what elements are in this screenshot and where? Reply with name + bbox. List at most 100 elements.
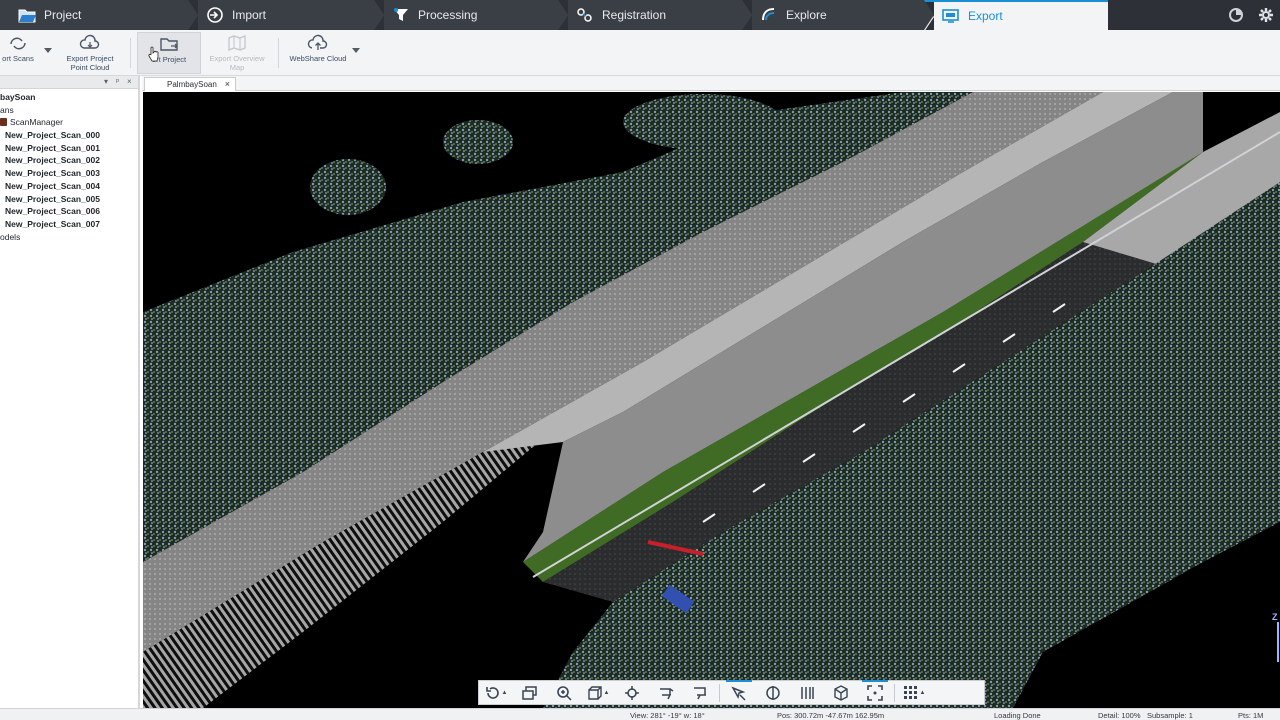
tab-project-label: Project <box>44 8 82 22</box>
status-detail: Detail: 100% <box>1098 711 1141 720</box>
axis-indicator: Z <box>1268 610 1280 666</box>
status-loading: Loading Done <box>994 711 1041 720</box>
tab-import[interactable]: Import <box>188 0 384 30</box>
layers-icon <box>522 685 537 700</box>
tab-processing-label: Processing <box>418 8 478 22</box>
export-project-button[interactable]: ort Project <box>137 32 201 74</box>
more-tools-button[interactable]: ▲ <box>897 681 931 705</box>
split-view-button[interactable] <box>756 681 790 705</box>
webshare-cloud-button[interactable]: WebShare Cloud <box>286 32 350 74</box>
status-points: Pts: 1M <box>1238 711 1264 720</box>
map-icon <box>228 35 246 51</box>
clip-icon <box>660 687 674 699</box>
fit-icon <box>867 684 883 701</box>
doc-tab-label: PalmbaySoan <box>167 80 217 89</box>
fit-view-button[interactable] <box>858 679 892 705</box>
top-view-button[interactable] <box>513 681 547 705</box>
slice-button[interactable] <box>790 681 824 705</box>
pie-status-icon[interactable] <box>1228 7 1244 23</box>
tree-cluster <box>310 159 386 215</box>
folder-icon <box>18 6 36 24</box>
status-view: View: 281° -19° w: 18° <box>630 711 705 720</box>
status-bar: View: 281° -19° w: 18° Pos: 300.72m -47.… <box>0 708 1280 720</box>
tab-export[interactable]: Export <box>924 0 1108 32</box>
tree-item-scan-005[interactable]: New_Project_Scan_005 <box>0 193 138 206</box>
zoom-button[interactable] <box>547 681 581 705</box>
tree-item-scanmanager[interactable]: ScanManager <box>0 116 138 129</box>
structure-panel: ▾ ᵖ × baySoan ans ScanManager New_Projec… <box>0 76 140 708</box>
project-tree: baySoan ans ScanManager New_Project_Scan… <box>0 89 138 243</box>
window-controls <box>1228 0 1280 30</box>
export-overview-map-button[interactable]: Export Overview Map <box>205 32 269 74</box>
tree-item-scan-003[interactable]: New_Project_Scan_003 <box>0 167 138 180</box>
point-cloud-render <box>143 92 1280 708</box>
export-overview-label-2: Map <box>229 63 245 72</box>
export-project-point-cloud-button[interactable]: Export Project Point Cloud <box>60 32 120 74</box>
tree-item-scan-004[interactable]: New_Project_Scan_004 <box>0 180 138 193</box>
workflow-tab-bar: Project Import Processing Registration E… <box>0 0 1280 32</box>
doc-tab-close-icon[interactable]: × <box>225 79 230 89</box>
import-icon <box>206 6 224 24</box>
clip-alt-icon <box>694 686 706 699</box>
selection-button[interactable] <box>722 679 756 705</box>
tree-item-models[interactable]: odels <box>0 231 138 244</box>
tree-cluster <box>443 120 513 164</box>
tree-item-scan-002[interactable]: New_Project_Scan_002 <box>0 154 138 167</box>
explore-icon <box>760 6 778 24</box>
project-export-icon <box>160 38 178 51</box>
tree-item-project[interactable]: baySoan <box>0 91 138 104</box>
document-tab-strip: PalmbaySoan × <box>142 76 1280 91</box>
slice-icon <box>801 686 814 699</box>
3d-object-button[interactable] <box>824 681 858 705</box>
grid-icon <box>903 685 917 699</box>
view-toolbar: ▲ ▲ ▲ <box>478 679 985 705</box>
tab-import-label: Import <box>232 8 267 22</box>
export-point-cloud-label-2: Point Cloud <box>70 63 110 72</box>
export-point-cloud-label-1: Export Project <box>66 54 114 63</box>
clipping-button[interactable] <box>649 681 683 705</box>
export-scans-dropdown[interactable] <box>44 48 52 53</box>
status-position: Pos: 300.72m -47.67m 162.95m <box>777 711 885 720</box>
tree-item-scan-007[interactable]: New_Project_Scan_007 <box>0 218 138 231</box>
center-button[interactable] <box>615 681 649 705</box>
hand-cursor-icon <box>148 46 159 62</box>
rotate-icon <box>485 686 499 699</box>
tree-item-scans[interactable]: ans <box>0 104 138 117</box>
panel-pin-icon[interactable]: ᵖ <box>116 77 119 86</box>
tab-registration-label: Registration <box>602 8 667 22</box>
box-view-button[interactable]: ▲ <box>581 681 615 705</box>
cube-outline-icon <box>587 685 602 700</box>
scan-export-icon <box>10 37 26 50</box>
tab-explore[interactable]: Explore <box>742 0 934 30</box>
zoom-icon <box>557 685 572 701</box>
split-circle-icon <box>766 685 780 700</box>
rotate-mode-button[interactable]: ▲ <box>479 681 513 705</box>
cloud-upload-icon <box>307 34 328 50</box>
funnel-icon <box>392 6 410 24</box>
export-overview-label-1: Export Overview <box>209 54 265 63</box>
cloud-export-icon <box>79 34 100 49</box>
tree-item-scan-001[interactable]: New_Project_Scan_001 <box>0 142 138 155</box>
doc-tab-palmbay[interactable]: PalmbaySoan × <box>144 77 236 91</box>
tab-processing[interactable]: Processing <box>374 0 568 30</box>
clipping-alt-button[interactable] <box>683 681 717 705</box>
export-scans-button[interactable]: ort Scans <box>0 32 36 74</box>
scanmanager-icon <box>0 118 7 127</box>
panel-menu-icon[interactable]: ▾ <box>104 77 108 86</box>
panel-close-icon[interactable]: × <box>127 77 132 86</box>
status-subsample: Subsample: 1 <box>1147 711 1193 720</box>
select-icon <box>731 686 746 701</box>
tree-item-scan-000[interactable]: New_Project_Scan_000 <box>0 129 138 142</box>
webshare-label: WebShare Cloud <box>289 54 347 63</box>
monitor-export-icon <box>942 7 960 25</box>
tab-registration[interactable]: Registration <box>558 0 752 30</box>
scanmanager-label: ScanManager <box>10 117 63 128</box>
3d-viewport[interactable] <box>143 92 1280 708</box>
panel-header: ▾ ᵖ × <box>0 76 138 89</box>
tree-item-scan-006[interactable]: New_Project_Scan_006 <box>0 205 138 218</box>
export-ribbon: ort Scans Export Project Point Cloud ort… <box>0 30 1280 76</box>
gear-icon[interactable] <box>1258 7 1274 23</box>
tab-project[interactable]: Project <box>0 0 198 30</box>
tab-export-label: Export <box>968 9 1003 23</box>
webshare-dropdown[interactable] <box>352 48 360 53</box>
